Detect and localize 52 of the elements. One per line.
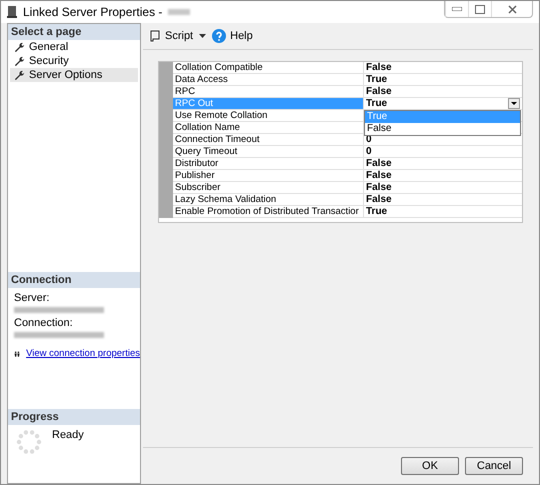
property-value: True — [366, 74, 388, 85]
property-name[interactable]: Distributor — [173, 158, 363, 170]
script-icon — [149, 30, 161, 42]
property-value: False — [366, 194, 392, 205]
section-header: Progress — [8, 409, 140, 425]
server-icon — [7, 6, 17, 18]
maximize-icon — [475, 4, 485, 14]
property-name[interactable]: Data Access — [173, 74, 363, 86]
property-value: True — [366, 206, 388, 217]
property-value: True — [366, 98, 388, 109]
connection-label: Connection: — [13, 316, 74, 329]
window-title: Linked Server Properties - — [23, 5, 162, 19]
cancel-button[interactable]: Cancel — [465, 457, 523, 475]
property-name[interactable]: RPC — [173, 86, 363, 98]
property-name[interactable]: Publisher — [173, 170, 363, 182]
sidebar-item[interactable]: Security — [10, 54, 138, 68]
property-name[interactable]: Subscriber — [173, 182, 363, 194]
property-name[interactable]: Use Remote Collation — [173, 110, 363, 122]
dropdown-button[interactable] — [508, 98, 520, 109]
property-name[interactable]: Collation Name — [173, 122, 363, 134]
property-value: False — [366, 62, 392, 73]
minimize-icon — [452, 7, 462, 11]
property-name[interactable]: Query Timeout — [173, 146, 363, 158]
ok-button[interactable]: OK — [401, 457, 459, 475]
wrench-icon — [14, 56, 25, 66]
property-value: False — [366, 182, 392, 193]
property-name[interactable]: Connection Timeout — [173, 134, 363, 146]
spinner-icon — [16, 429, 42, 455]
property-value: False — [366, 86, 392, 97]
section-header: Connection — [8, 272, 140, 288]
property-name[interactable]: Enable Promotion of Distributed Transactior — [173, 206, 363, 218]
server-label: Server: — [13, 291, 50, 304]
help-icon — [212, 29, 226, 43]
section-header: Select a page — [8, 24, 140, 40]
property-value: 0 — [366, 146, 372, 157]
sidebar-item[interactable]: Server Options — [10, 68, 138, 82]
property-value: False — [366, 158, 392, 169]
script-button[interactable]: Script — [149, 30, 194, 42]
property-name[interactable]: Collation Compatible — [173, 62, 363, 74]
people-icon — [14, 348, 20, 358]
view-connection-link[interactable]: View connection properties — [26, 348, 140, 359]
wrench-icon — [14, 42, 25, 52]
property-value: False — [366, 170, 392, 181]
caret-icon[interactable] — [199, 34, 206, 38]
sidebar-item[interactable]: General — [10, 40, 138, 54]
property-name[interactable]: Lazy Schema Validation — [173, 194, 363, 206]
close-icon — [508, 4, 516, 14]
progress-status: Ready — [52, 429, 84, 443]
help-button[interactable]: Help — [212, 29, 253, 43]
wrench-icon — [14, 70, 25, 80]
redacted-mark — [168, 9, 190, 15]
caret-icon — [511, 102, 517, 105]
